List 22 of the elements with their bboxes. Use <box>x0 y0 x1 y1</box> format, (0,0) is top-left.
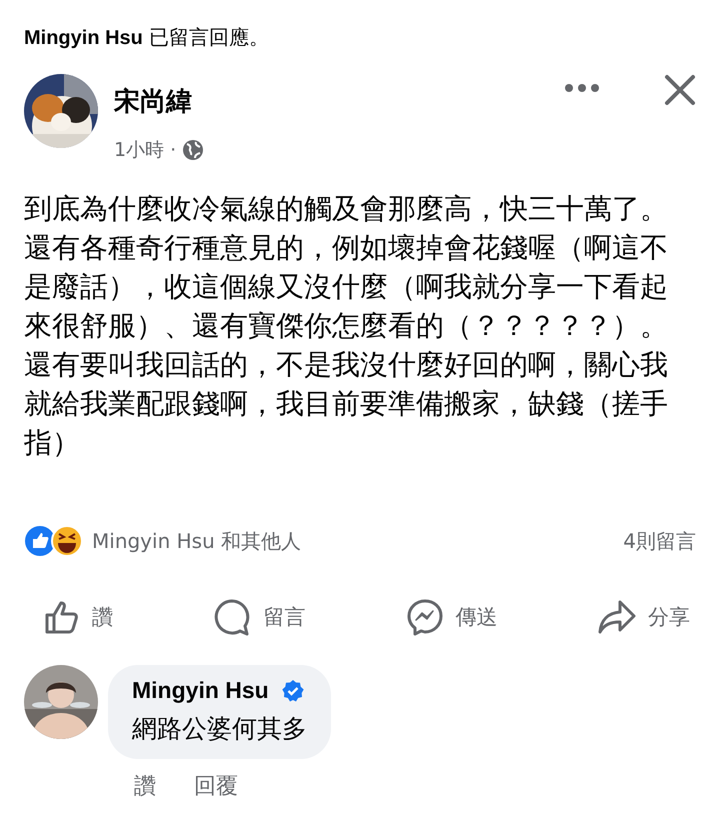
like-button[interactable]: 讚 <box>44 589 113 645</box>
speech-bubble-icon <box>213 598 252 636</box>
author-name[interactable]: 宋尚緯 <box>114 84 548 119</box>
like-link[interactable]: 讚 <box>134 771 156 801</box>
notification-text: Mingyin Hsu 已留言回應。 <box>23 24 270 51</box>
globe-icon <box>182 139 204 161</box>
post-text: 到底為什麼收冷氣線的觸及會那麼高，快三十萬了。還有各種奇行種意見的，例如壞掉會花錢喔（啊這不是廢話），收這個線又沒什麼（啊我就分享一下看起來很舒服）、還有寶傑你怎麼看的（？？？？？）。還有要叫我回話的，不是我沒什麼好回的啊，關心我就給我業配跟錢啊，我目前要準備搬家，缺錢（搓手指） <box>24 191 669 461</box>
thumbs-up-icon <box>44 599 80 635</box>
post-time: 1小時 · <box>114 138 176 163</box>
more-options-icon[interactable] <box>564 82 600 94</box>
messenger-icon <box>406 598 444 636</box>
share-arrow-icon <box>598 599 636 635</box>
send-button[interactable]: 傳送 <box>406 589 498 645</box>
reaction-summary[interactable]: Mingyin Hsu 和其他人 <box>92 528 624 554</box>
comment-button[interactable]: 留言 <box>213 589 306 645</box>
reply-link[interactable]: 回覆 <box>194 771 238 801</box>
reaction-icons <box>24 525 84 557</box>
share-button[interactable]: 分享 <box>598 589 690 645</box>
comment-count[interactable]: 4則留言 <box>623 528 696 554</box>
comment-text: 網路公婆何其多 <box>132 713 307 745</box>
commenter-name[interactable]: Mingyin Hsu <box>132 677 269 704</box>
close-icon[interactable] <box>664 74 696 106</box>
